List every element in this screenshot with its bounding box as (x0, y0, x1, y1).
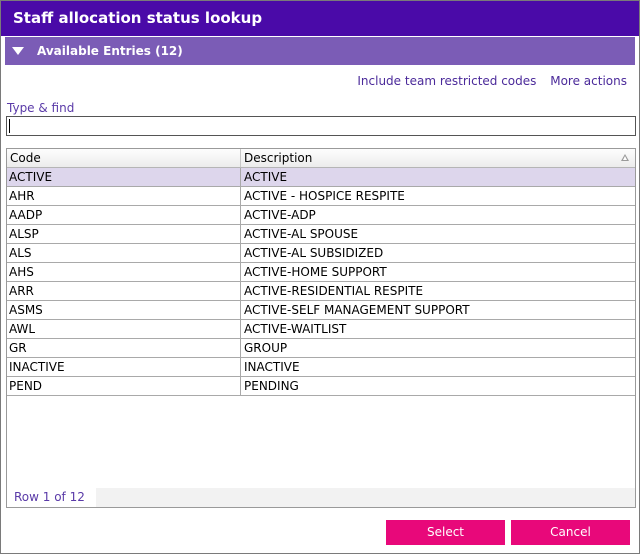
cell-code: ALS (9, 246, 32, 260)
type-and-find-label: Type & find (7, 101, 75, 115)
cell-divider (240, 168, 241, 187)
more-actions-link[interactable]: More actions (550, 74, 627, 88)
cell-divider (240, 225, 241, 244)
cell-divider (240, 339, 241, 358)
cell-description: ACTIVE-AL SUBSIDIZED (244, 246, 384, 260)
dialog-title: Staff allocation status lookup (13, 9, 263, 27)
table-row[interactable]: ALSP ACTIVE-AL SPOUSE (7, 225, 635, 244)
table-row[interactable]: AHS ACTIVE-HOME SUPPORT (7, 263, 635, 282)
available-entries-header[interactable]: Available Entries (12) (5, 37, 635, 65)
cell-divider (240, 377, 241, 396)
table-body: ACTIVE ACTIVE AHR ACTIVE - HOSPICE RESPITE A… (7, 168, 635, 396)
cell-description: PENDING (244, 379, 299, 393)
cell-description: GROUP (244, 341, 288, 355)
table-row[interactable]: INACTIVE INACTIVE (7, 358, 635, 377)
table-row[interactable]: ACTIVE ACTIVE (7, 168, 635, 187)
table-row[interactable]: ASMS ACTIVE-SELF MANAGEMENT SUPPORT (7, 301, 635, 320)
cell-description: ACTIVE-RESIDENTIAL RESPITE (244, 284, 424, 298)
cell-code: ALSP (9, 227, 39, 241)
cell-code: PEND (9, 379, 43, 393)
cell-divider (240, 263, 241, 282)
column-header-code[interactable]: Code (10, 151, 41, 165)
cell-description: ACTIVE (244, 170, 288, 184)
cell-code: AHR (9, 189, 35, 203)
cell-description: ACTIVE-AL SPOUSE (244, 227, 359, 241)
cell-divider (240, 358, 241, 377)
cell-code: ACTIVE (9, 170, 53, 184)
table-header: Code Description (7, 149, 635, 168)
table-row[interactable]: PEND PENDING (7, 377, 635, 396)
cell-code: ARR (9, 284, 34, 298)
cell-divider (240, 320, 241, 339)
include-team-restricted-link[interactable]: Include team restricted codes (357, 74, 536, 88)
cell-code: AADP (9, 208, 43, 222)
cell-code: GR (9, 341, 27, 355)
table-row[interactable]: AHR ACTIVE - HOSPICE RESPITE (7, 187, 635, 206)
row-position-status: Row 1 of 12 (7, 488, 96, 507)
cell-divider (240, 301, 241, 320)
cell-description: INACTIVE (244, 360, 300, 374)
collapse-triangle-icon[interactable] (12, 47, 24, 55)
cell-description: ACTIVE-WAITLIST (244, 322, 347, 336)
table-row[interactable]: GR GROUP (7, 339, 635, 358)
action-links: Include team restricted codes More actio… (347, 74, 627, 88)
entries-table: Code Description ACTIVE ACTIVE AHR ACTIVE -… (6, 148, 636, 508)
cell-divider (240, 282, 241, 301)
cell-code: INACTIVE (9, 360, 65, 374)
table-row[interactable]: AADP ACTIVE-ADP (7, 206, 635, 225)
sort-ascending-icon[interactable] (621, 154, 629, 161)
cell-divider (240, 206, 241, 225)
cell-description: ACTIVE - HOSPICE RESPITE (244, 189, 405, 203)
available-entries-label: Available Entries (12) (37, 44, 183, 58)
cell-code: AHS (9, 265, 34, 279)
type-and-find-input[interactable] (6, 116, 636, 136)
table-row[interactable]: ALS ACTIVE-AL SUBSIDIZED (7, 244, 635, 263)
text-caret (9, 119, 10, 133)
cell-description: ACTIVE-ADP (244, 208, 316, 222)
column-header-description[interactable]: Description (244, 151, 312, 165)
cell-description: ACTIVE-SELF MANAGEMENT SUPPORT (244, 303, 470, 317)
cancel-button[interactable]: Cancel (511, 520, 630, 545)
cell-divider (240, 244, 241, 263)
table-footer: Row 1 of 12 (7, 488, 635, 507)
table-row[interactable]: AWL ACTIVE-WAITLIST (7, 320, 635, 339)
title-bar: Staff allocation status lookup (1, 1, 639, 36)
cell-code: AWL (9, 322, 36, 336)
lookup-dialog: Staff allocation status lookup Available… (0, 0, 640, 554)
table-row[interactable]: ARR ACTIVE-RESIDENTIAL RESPITE (7, 282, 635, 301)
select-button[interactable]: Select (386, 520, 505, 545)
cell-divider (240, 187, 241, 206)
cell-code: ASMS (9, 303, 43, 317)
column-divider[interactable] (240, 149, 241, 167)
cell-description: ACTIVE-HOME SUPPORT (244, 265, 387, 279)
